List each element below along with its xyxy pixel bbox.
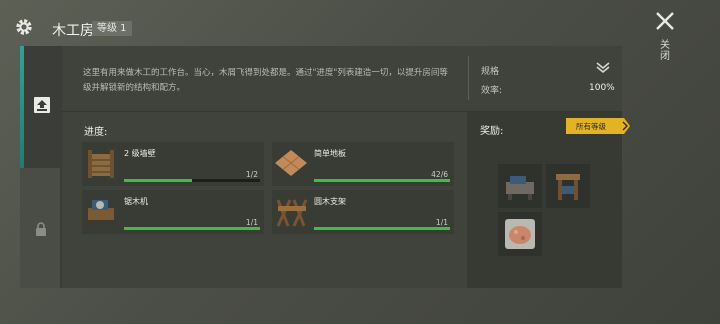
room-description: 这里有用来做木工的工作台。当心，木屑飞得到处都是。通过"进度"列表建造一切，以提…	[83, 68, 448, 93]
spec-chevron-icon[interactable]	[596, 62, 610, 74]
item-name: 圆木支架	[314, 197, 346, 206]
reward-slot[interactable]	[498, 212, 542, 256]
progress-fill	[314, 179, 450, 182]
log-rack-icon	[276, 199, 308, 227]
progress-fill	[314, 227, 450, 230]
reward-slot[interactable]	[498, 164, 542, 208]
divider	[468, 56, 469, 100]
efficiency-value: 100%	[589, 83, 615, 93]
progress-track	[314, 227, 450, 230]
progress-item-wall[interactable]: 2 级墙壁 1/2	[82, 142, 264, 186]
workbench-reward-icon	[506, 176, 534, 200]
gear-icon[interactable]	[14, 17, 34, 37]
progress-track	[124, 227, 260, 230]
item-name: 2 级墙壁	[124, 149, 156, 158]
spec-label: 规格	[481, 67, 500, 77]
press-reward-icon	[556, 174, 580, 200]
item-name: 锯木机	[124, 197, 148, 206]
progress-item-sawmill[interactable]: 锯木机 1/1	[82, 190, 264, 234]
progress-track	[124, 179, 260, 182]
lock-icon	[36, 222, 46, 236]
progress-item-floor[interactable]: 简单地板 42/6	[272, 142, 454, 186]
sawmill-icon	[88, 200, 114, 226]
progress-fill	[124, 179, 192, 182]
progress-track	[314, 179, 450, 182]
rewards-panel	[467, 112, 622, 288]
item-count: 42/6	[431, 170, 448, 179]
tab-locked[interactable]	[20, 168, 60, 288]
item-count: 1/1	[245, 218, 258, 227]
close-button-label[interactable]: 关闭	[660, 40, 672, 62]
level-badge: 等级 1	[92, 21, 132, 36]
upload-tray-icon	[34, 97, 50, 113]
item-name: 简单地板	[314, 149, 346, 158]
progress-fill	[124, 227, 260, 230]
efficiency-label: 效率:	[481, 86, 503, 96]
item-count: 1/2	[245, 170, 258, 179]
floor-icon	[275, 150, 307, 176]
progress-heading: 进度:	[84, 127, 108, 138]
close-icon[interactable]	[654, 10, 676, 32]
wall-icon	[88, 150, 114, 178]
rewards-heading: 奖励:	[480, 126, 504, 137]
tab-upgrade-body[interactable]	[24, 46, 60, 168]
sawdust-reward-icon	[505, 219, 535, 249]
item-count: 1/1	[435, 218, 448, 227]
top-bar: 木工房 等级 1 关闭	[0, 0, 720, 62]
progress-item-log-rack[interactable]: 圆木支架 1/1	[272, 190, 454, 234]
all-levels-button[interactable]: 所有等级	[566, 118, 630, 134]
reward-slot[interactable]	[546, 164, 590, 208]
all-levels-label: 所有等级	[576, 122, 606, 131]
page-title: 木工房	[52, 23, 94, 39]
